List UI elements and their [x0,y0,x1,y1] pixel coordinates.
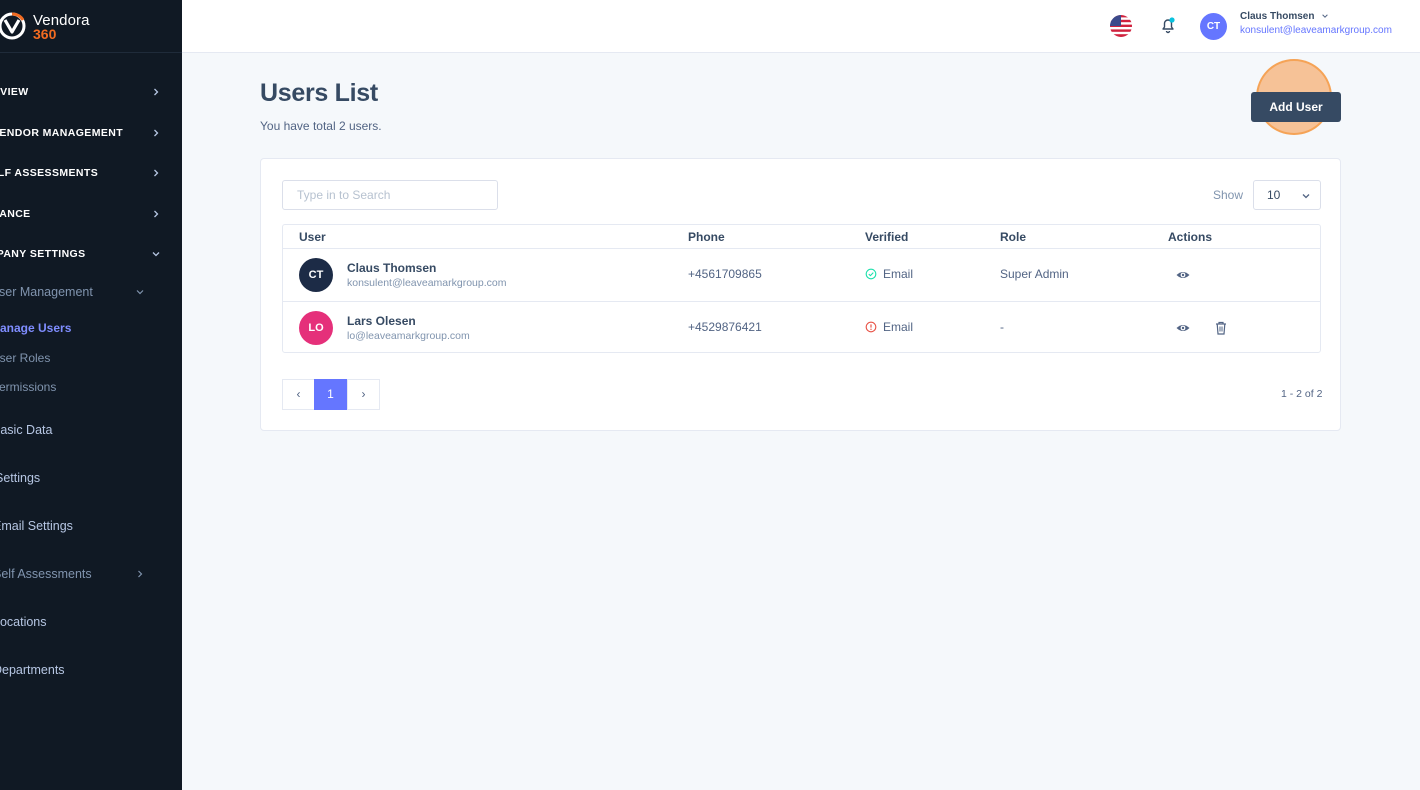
chevron-right-icon [154,169,159,177]
topbar: CT Claus Thomsen konsulent@leaveamarkgro… [182,0,1420,53]
user-name: Lars Olesen [347,314,416,328]
page-size-select[interactable]: 10 [1253,180,1321,210]
sidebar-item-departments[interactable]: Departments [0,660,182,680]
vendora-logo-icon [0,12,26,40]
sidebar-item-label: User Roles [0,351,51,365]
sidebar-section-company-settings[interactable]: COMPANY SETTINGS [0,244,182,264]
show-label: Show [1213,188,1244,202]
pagination-range: 1 - 2 of 2 [1281,388,1323,400]
column-header-role: Role [1000,230,1027,244]
sidebar-item-user-management[interactable]: User Management [0,282,182,302]
eye-icon[interactable] [1175,267,1191,283]
chevron-down-icon [136,290,144,295]
table-row[interactable]: CT Claus Thomsen konsulent@leaveamarkgro… [283,249,1320,301]
column-header-actions: Actions [1168,230,1213,244]
sidebar-section-label: COMPANY SETTINGS [0,248,86,260]
sidebar-item-label: Permissions [0,380,57,394]
eye-icon[interactable] [1175,320,1191,336]
chevron-right-icon [138,570,143,578]
sidebar-item-email-settings[interactable]: Email Settings [0,516,182,536]
verified-status: Email [883,320,914,334]
user-menu-toggle[interactable]: Claus Thomsen [1240,11,1329,22]
column-header-user: User [299,230,326,244]
chevron-down-icon [1302,194,1310,199]
user-email: lo@leaveamarkgroup.com [347,330,470,342]
user-phone: +4561709865 [688,267,762,281]
sidebar-item-manage-users[interactable]: Manage Users [0,318,182,338]
sidebar-item-label: Locations [0,615,47,629]
sidebar-item-label: Settings [0,471,41,485]
sidebar-item-basic-data[interactable]: Basic Data [0,420,182,440]
user-avatar[interactable]: CT [1200,13,1227,40]
sidebar-item-label: Manage Users [0,321,72,335]
brand[interactable]: Vendora 360 [0,0,182,53]
sidebar-section-label: SELF ASSESSMENTS [0,167,99,179]
sidebar-item-label: User Management [0,285,93,299]
user-role: Super Admin [1000,267,1069,281]
sidebar-item-label: Basic Data [0,423,53,437]
us-flag-icon[interactable] [1110,15,1132,37]
check-circle-icon [865,268,877,280]
chevron-right-icon [154,129,159,137]
users-card: Show 10 User Phone Verified Role Actions… [260,158,1341,431]
bell-icon[interactable] [1158,15,1178,35]
avatar: LO [299,311,333,345]
user-role: - [1000,320,1004,334]
user-name: Claus Thomsen [347,261,437,275]
chevron-right-icon [154,210,159,218]
table-row[interactable]: LO Lars Olesen lo@leaveamarkgroup.com +4… [283,301,1320,353]
avatar: CT [299,258,333,292]
add-user-label: Add User [1269,100,1323,114]
sidebar-item-label: Self Assessments [0,567,92,581]
prev-page-button[interactable]: ‹ [282,379,315,410]
sidebar-section-label: COMPLIANCE [0,208,31,220]
user-phone: +4529876421 [688,320,762,334]
sidebar-section-compliance[interactable]: COMPLIANCE [0,204,182,224]
sidebar-item-self-assessments[interactable]: Self Assessments [0,564,182,584]
sidebar-item-user-roles[interactable]: User Roles [0,348,182,368]
brand-sub: 360 [33,26,57,42]
chevron-down-icon [1322,14,1329,19]
add-user-button[interactable]: Add User [1251,92,1341,122]
search-input[interactable] [282,180,498,210]
sidebar-item-permissions[interactable]: Permissions [0,377,182,397]
users-table: User Phone Verified Role Actions CT Clau… [282,224,1321,353]
sidebar-section-vendor-management[interactable]: VENDOR MANAGEMENT [0,123,182,143]
sidebar-section-label: VENDOR MANAGEMENT [0,127,124,139]
page-button-1[interactable]: 1 [314,379,347,410]
alert-circle-icon [865,321,877,333]
next-page-button[interactable]: › [347,379,380,410]
sidebar-section-label: OVERVIEW [0,86,29,98]
sidebar-item-locations[interactable]: Locations [0,612,182,632]
user-email: konsulent@leaveamarkgroup.com [1240,25,1392,36]
page-title: Users List [260,79,378,107]
table-header: User Phone Verified Role Actions [283,225,1320,249]
sidebar-section-overview[interactable]: OVERVIEW [0,82,182,102]
sidebar-item-label: Email Settings [0,519,73,533]
verified-status: Email [883,267,914,281]
column-header-verified: Verified [865,230,909,244]
chevron-right-icon [154,88,159,96]
page-subtitle: You have total 2 users. [260,119,382,133]
sidebar-item-settings[interactable]: Settings [0,468,182,488]
sidebar-section-self-assessments[interactable]: SELF ASSESSMENTS [0,163,182,183]
page-size-value: 10 [1267,188,1281,202]
chevron-down-icon [152,252,160,257]
sidebar-item-label: Departments [0,663,65,677]
user-name: Claus Thomsen [1240,11,1315,22]
user-email: konsulent@leaveamarkgroup.com [347,277,507,289]
sidebar: Vendora 360 OVERVIEW VENDOR MANAGEMENT S… [0,0,182,790]
column-header-phone: Phone [688,230,725,244]
trash-icon[interactable] [1213,320,1229,336]
